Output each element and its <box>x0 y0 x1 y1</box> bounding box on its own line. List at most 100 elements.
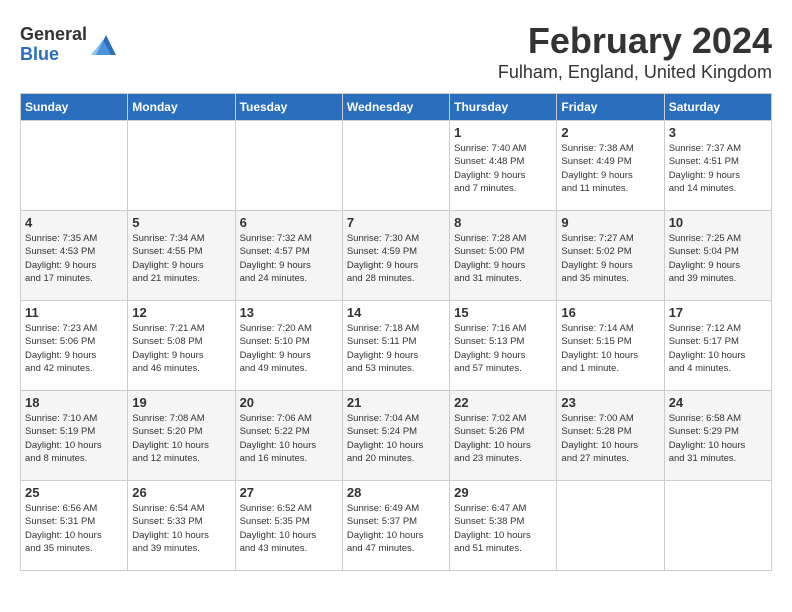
day-info: Sunrise: 7:04 AM Sunset: 5:24 PM Dayligh… <box>347 412 445 465</box>
calendar-cell: 5 Sunrise: 7:34 AM Sunset: 4:55 PM Daylig… <box>128 211 235 301</box>
day-number: 1 <box>454 125 552 140</box>
day-number: 14 <box>347 305 445 320</box>
day-info: Sunrise: 6:49 AM Sunset: 5:37 PM Dayligh… <box>347 502 445 555</box>
calendar-cell: 20 Sunrise: 7:06 AM Sunset: 5:22 PM Dayli… <box>235 391 342 481</box>
day-number: 7 <box>347 215 445 230</box>
calendar-week-1: 1 Sunrise: 7:40 AM Sunset: 4:48 PM Daylig… <box>21 121 772 211</box>
calendar-body: 1 Sunrise: 7:40 AM Sunset: 4:48 PM Daylig… <box>21 121 772 571</box>
day-number: 25 <box>25 485 123 500</box>
day-info: Sunrise: 7:06 AM Sunset: 5:22 PM Dayligh… <box>240 412 338 465</box>
day-info: Sunrise: 7:25 AM Sunset: 5:04 PM Dayligh… <box>669 232 767 285</box>
logo-general-text: General <box>20 25 87 45</box>
day-number: 13 <box>240 305 338 320</box>
day-info: Sunrise: 7:37 AM Sunset: 4:51 PM Dayligh… <box>669 142 767 195</box>
calendar-cell: 21 Sunrise: 7:04 AM Sunset: 5:24 PM Dayli… <box>342 391 449 481</box>
day-number: 10 <box>669 215 767 230</box>
title-section: February 2024 Fulham, England, United Ki… <box>498 20 772 83</box>
day-info: Sunrise: 7:08 AM Sunset: 5:20 PM Dayligh… <box>132 412 230 465</box>
weekday-header-thursday: Thursday <box>450 94 557 121</box>
calendar-cell: 23 Sunrise: 7:00 AM Sunset: 5:28 PM Dayli… <box>557 391 664 481</box>
day-number: 15 <box>454 305 552 320</box>
day-number: 12 <box>132 305 230 320</box>
calendar-week-3: 11Sunrise: 7:23 AM Sunset: 5:06 PM Dayli… <box>21 301 772 391</box>
weekday-header-sunday: Sunday <box>21 94 128 121</box>
page-header: General Blue February 2024 Fulham, Engla… <box>20 20 772 83</box>
calendar-cell: 8 Sunrise: 7:28 AM Sunset: 5:00 PM Daylig… <box>450 211 557 301</box>
weekday-header-wednesday: Wednesday <box>342 94 449 121</box>
logo-blue-text: Blue <box>20 45 87 65</box>
calendar-cell: 22Sunrise: 7:02 AM Sunset: 5:26 PM Dayli… <box>450 391 557 481</box>
calendar-table: SundayMondayTuesdayWednesdayThursdayFrid… <box>20 93 772 571</box>
calendar-cell: 9 Sunrise: 7:27 AM Sunset: 5:02 PM Daylig… <box>557 211 664 301</box>
day-info: Sunrise: 7:27 AM Sunset: 5:02 PM Dayligh… <box>561 232 659 285</box>
calendar-cell: 18 Sunrise: 7:10 AM Sunset: 5:19 PM Dayli… <box>21 391 128 481</box>
day-number: 20 <box>240 395 338 410</box>
day-number: 29 <box>454 485 552 500</box>
calendar-week-5: 25 Sunrise: 6:56 AM Sunset: 5:31 PM Dayli… <box>21 481 772 571</box>
day-number: 4 <box>25 215 123 230</box>
day-number: 18 <box>25 395 123 410</box>
day-number: 16 <box>561 305 659 320</box>
day-number: 11 <box>25 305 123 320</box>
day-info: Sunrise: 7:30 AM Sunset: 4:59 PM Dayligh… <box>347 232 445 285</box>
day-number: 23 <box>561 395 659 410</box>
calendar-header: SundayMondayTuesdayWednesdayThursdayFrid… <box>21 94 772 121</box>
calendar-cell: 12Sunrise: 7:21 AM Sunset: 5:08 PM Dayli… <box>128 301 235 391</box>
day-info: Sunrise: 6:58 AM Sunset: 5:29 PM Dayligh… <box>669 412 767 465</box>
calendar-cell <box>557 481 664 571</box>
location-title: Fulham, England, United Kingdom <box>498 62 772 83</box>
calendar-week-4: 18 Sunrise: 7:10 AM Sunset: 5:19 PM Dayli… <box>21 391 772 481</box>
day-info: Sunrise: 7:10 AM Sunset: 5:19 PM Dayligh… <box>25 412 123 465</box>
day-info: Sunrise: 7:14 AM Sunset: 5:15 PM Dayligh… <box>561 322 659 375</box>
calendar-cell: 27 Sunrise: 6:52 AM Sunset: 5:35 PM Dayli… <box>235 481 342 571</box>
day-number: 3 <box>669 125 767 140</box>
calendar-cell: 28Sunrise: 6:49 AM Sunset: 5:37 PM Dayli… <box>342 481 449 571</box>
day-info: Sunrise: 7:40 AM Sunset: 4:48 PM Dayligh… <box>454 142 552 195</box>
month-title: February 2024 <box>498 20 772 62</box>
day-info: Sunrise: 7:00 AM Sunset: 5:28 PM Dayligh… <box>561 412 659 465</box>
day-number: 6 <box>240 215 338 230</box>
day-number: 9 <box>561 215 659 230</box>
logo: General Blue <box>20 25 121 65</box>
calendar-cell <box>235 121 342 211</box>
calendar-cell <box>21 121 128 211</box>
calendar-cell: 17 Sunrise: 7:12 AM Sunset: 5:17 PM Dayli… <box>664 301 771 391</box>
calendar-cell: 19 Sunrise: 7:08 AM Sunset: 5:20 PM Dayli… <box>128 391 235 481</box>
calendar-cell: 13 Sunrise: 7:20 AM Sunset: 5:10 PM Dayli… <box>235 301 342 391</box>
weekday-header-friday: Friday <box>557 94 664 121</box>
day-info: Sunrise: 7:20 AM Sunset: 5:10 PM Dayligh… <box>240 322 338 375</box>
day-info: Sunrise: 7:02 AM Sunset: 5:26 PM Dayligh… <box>454 412 552 465</box>
day-number: 19 <box>132 395 230 410</box>
calendar-cell: 3 Sunrise: 7:37 AM Sunset: 4:51 PM Daylig… <box>664 121 771 211</box>
day-number: 27 <box>240 485 338 500</box>
weekday-header-saturday: Saturday <box>664 94 771 121</box>
calendar-week-2: 4 Sunrise: 7:35 AM Sunset: 4:53 PM Daylig… <box>21 211 772 301</box>
weekday-header-monday: Monday <box>128 94 235 121</box>
day-number: 8 <box>454 215 552 230</box>
calendar-cell: 2Sunrise: 7:38 AM Sunset: 4:49 PM Daylig… <box>557 121 664 211</box>
day-info: Sunrise: 6:56 AM Sunset: 5:31 PM Dayligh… <box>25 502 123 555</box>
day-info: Sunrise: 7:18 AM Sunset: 5:11 PM Dayligh… <box>347 322 445 375</box>
day-info: Sunrise: 6:52 AM Sunset: 5:35 PM Dayligh… <box>240 502 338 555</box>
calendar-cell: 4 Sunrise: 7:35 AM Sunset: 4:53 PM Daylig… <box>21 211 128 301</box>
weekday-header-row: SundayMondayTuesdayWednesdayThursdayFrid… <box>21 94 772 121</box>
day-number: 21 <box>347 395 445 410</box>
calendar-cell <box>128 121 235 211</box>
calendar-cell: 15Sunrise: 7:16 AM Sunset: 5:13 PM Dayli… <box>450 301 557 391</box>
calendar-cell: 10 Sunrise: 7:25 AM Sunset: 5:04 PM Dayli… <box>664 211 771 301</box>
day-number: 5 <box>132 215 230 230</box>
day-number: 2 <box>561 125 659 140</box>
day-info: Sunrise: 7:12 AM Sunset: 5:17 PM Dayligh… <box>669 322 767 375</box>
calendar-cell: 6Sunrise: 7:32 AM Sunset: 4:57 PM Daylig… <box>235 211 342 301</box>
day-number: 17 <box>669 305 767 320</box>
day-info: Sunrise: 6:47 AM Sunset: 5:38 PM Dayligh… <box>454 502 552 555</box>
day-info: Sunrise: 7:35 AM Sunset: 4:53 PM Dayligh… <box>25 232 123 285</box>
calendar-cell: 7 Sunrise: 7:30 AM Sunset: 4:59 PM Daylig… <box>342 211 449 301</box>
day-info: Sunrise: 7:28 AM Sunset: 5:00 PM Dayligh… <box>454 232 552 285</box>
calendar-cell: 11Sunrise: 7:23 AM Sunset: 5:06 PM Dayli… <box>21 301 128 391</box>
calendar-cell: 14 Sunrise: 7:18 AM Sunset: 5:11 PM Dayli… <box>342 301 449 391</box>
calendar-cell: 29 Sunrise: 6:47 AM Sunset: 5:38 PM Dayli… <box>450 481 557 571</box>
day-info: Sunrise: 6:54 AM Sunset: 5:33 PM Dayligh… <box>132 502 230 555</box>
day-info: Sunrise: 7:34 AM Sunset: 4:55 PM Dayligh… <box>132 232 230 285</box>
calendar-cell: 25 Sunrise: 6:56 AM Sunset: 5:31 PM Dayli… <box>21 481 128 571</box>
